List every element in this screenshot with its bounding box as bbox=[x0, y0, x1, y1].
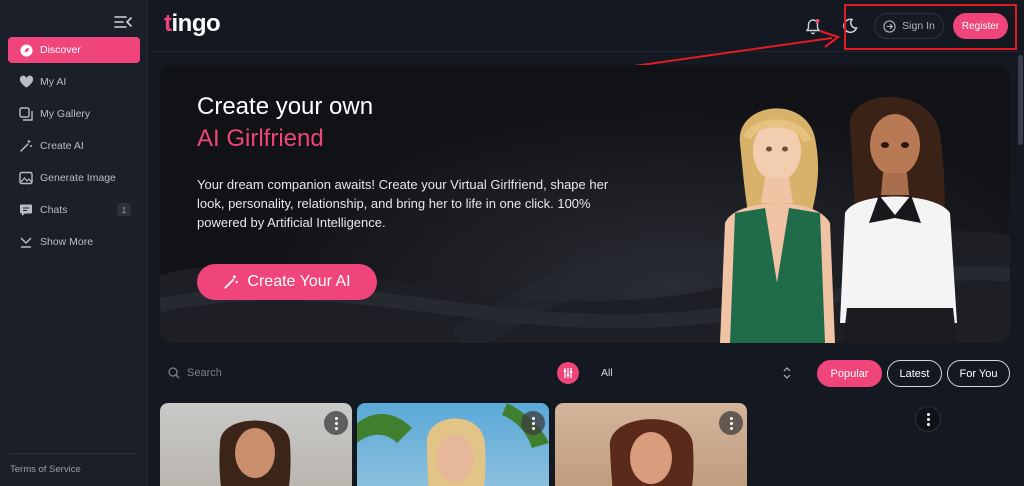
sidebar-item-label: Generate Image bbox=[40, 172, 116, 184]
sign-in-button[interactable]: Sign In bbox=[874, 13, 944, 39]
sidebar-item-label: Discover bbox=[40, 44, 81, 56]
app-logo[interactable]: tingo bbox=[164, 10, 221, 38]
sign-in-label: Sign In bbox=[902, 20, 935, 32]
more-vertical-icon bbox=[334, 416, 338, 430]
chat-icon bbox=[18, 202, 34, 218]
gallery-icon bbox=[18, 106, 34, 122]
terms-of-service-link[interactable]: Terms of Service bbox=[10, 453, 137, 475]
category-select[interactable]: All bbox=[593, 362, 797, 384]
card-more-options-button[interactable] bbox=[719, 411, 743, 435]
tab-latest[interactable]: Latest bbox=[887, 360, 942, 387]
page-scrollbar[interactable] bbox=[1018, 55, 1023, 145]
select-updown-icon bbox=[783, 367, 791, 379]
hero-characters-illustration bbox=[720, 96, 957, 343]
sidebar-item-chats[interactable]: Chats 1 bbox=[8, 197, 140, 223]
filter-settings-button[interactable] bbox=[557, 362, 579, 384]
image-icon bbox=[18, 170, 34, 186]
sidebar-item-my-ai[interactable]: My AI bbox=[8, 69, 140, 95]
chats-count-badge: 1 bbox=[117, 203, 131, 216]
sidebar-item-generate-image[interactable]: Generate Image bbox=[8, 165, 140, 191]
character-card-image bbox=[609, 419, 694, 486]
magic-wand-icon bbox=[18, 138, 34, 154]
character-card-image bbox=[219, 420, 291, 486]
sidebar-nav: Discover My AI My Gallery Create AI Gene… bbox=[8, 37, 140, 261]
sidebar-item-show-more[interactable]: Show More bbox=[8, 229, 140, 255]
sign-in-icon bbox=[883, 19, 896, 33]
create-your-ai-button[interactable]: Create Your AI bbox=[197, 264, 377, 300]
more-vertical-icon bbox=[531, 416, 535, 430]
search-input[interactable]: Search bbox=[160, 358, 540, 388]
compass-icon bbox=[18, 42, 34, 58]
hero-banner: Create your own AI Girlfriend Your dream… bbox=[160, 65, 1010, 343]
sidebar-item-label: My Gallery bbox=[40, 108, 91, 120]
tab-for-you[interactable]: For You bbox=[947, 360, 1010, 387]
category-select-value: All bbox=[601, 367, 613, 379]
dark-mode-moon-icon[interactable] bbox=[839, 15, 861, 37]
character-card[interactable] bbox=[160, 403, 352, 486]
notification-bell-icon[interactable] bbox=[802, 15, 824, 37]
sidebar-item-my-gallery[interactable]: My Gallery bbox=[8, 101, 140, 127]
sidebar-item-discover[interactable]: Discover bbox=[8, 37, 140, 63]
filter-bar: Search All Popular Latest For You bbox=[160, 358, 1010, 388]
magic-wand-icon bbox=[224, 275, 239, 289]
chevron-down-icon bbox=[18, 234, 34, 250]
sidebar: Discover My AI My Gallery Create AI Gene… bbox=[0, 0, 148, 486]
more-vertical-icon bbox=[729, 416, 733, 430]
character-card[interactable] bbox=[555, 403, 747, 486]
more-vertical-icon bbox=[926, 412, 930, 426]
card-more-options-button[interactable] bbox=[521, 411, 545, 435]
sliders-icon bbox=[563, 368, 573, 378]
card-more-options-button[interactable] bbox=[324, 411, 348, 435]
sidebar-item-label: Chats bbox=[40, 204, 68, 216]
hero-description: Your dream companion awaits! Create your… bbox=[197, 177, 609, 230]
register-button[interactable]: Register bbox=[953, 13, 1008, 39]
sidebar-item-label: Create AI bbox=[40, 140, 84, 152]
sidebar-item-create-ai[interactable]: Create AI bbox=[8, 133, 140, 159]
sidebar-item-label: Show More bbox=[40, 236, 94, 248]
collapse-sidebar-icon[interactable] bbox=[113, 13, 133, 31]
sidebar-item-label: My AI bbox=[40, 76, 67, 88]
create-your-ai-label: Create Your AI bbox=[247, 273, 351, 290]
hero-title-highlight: AI Girlfriend bbox=[197, 125, 324, 152]
more-options-button[interactable] bbox=[915, 406, 941, 432]
hero-title: Create your own bbox=[197, 93, 374, 120]
search-placeholder: Search bbox=[187, 367, 222, 379]
top-header: tingo Sign In Register bbox=[148, 0, 1024, 52]
search-icon bbox=[168, 367, 180, 379]
character-card-image bbox=[357, 403, 549, 486]
character-card[interactable] bbox=[357, 403, 549, 486]
heart-icon bbox=[18, 74, 34, 90]
tab-popular[interactable]: Popular bbox=[817, 360, 882, 387]
